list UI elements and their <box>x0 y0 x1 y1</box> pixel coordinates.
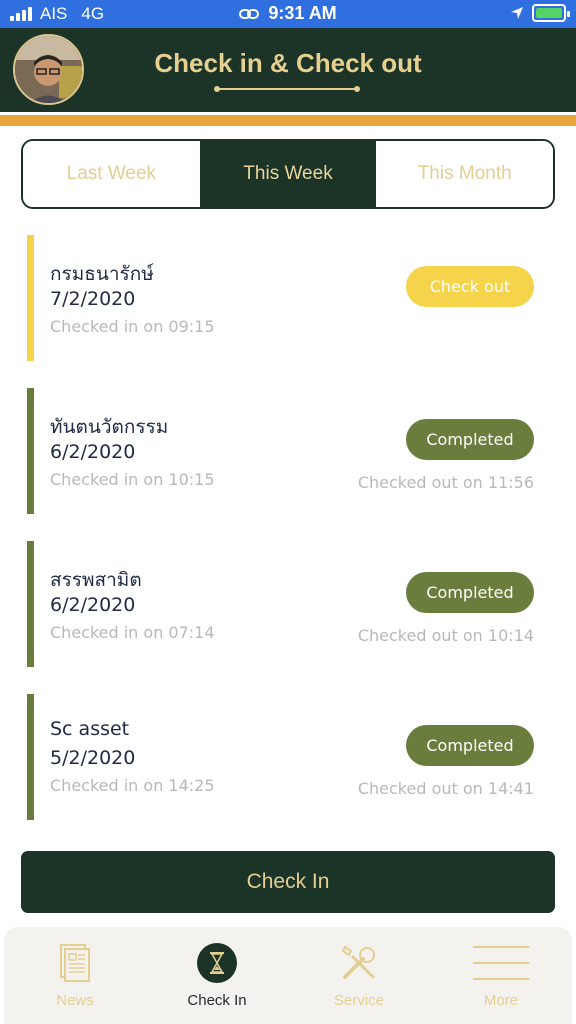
record-checkin-time: Checked in on 14:25 <box>50 776 215 795</box>
location-arrow-icon <box>511 7 523 19</box>
status-time: 9:31 AM <box>268 3 337 23</box>
news-icon <box>60 944 90 982</box>
record-checkin-time: Checked in on 07:14 <box>50 623 215 642</box>
record-place: ทันตนวัตกรรม <box>50 416 169 438</box>
status-badge: Completed <box>406 572 534 613</box>
link-icon <box>239 9 260 20</box>
record-checkin-time: Checked in on 10:15 <box>50 470 215 489</box>
nav-label: News <box>56 992 94 1009</box>
record-date: 6/2/2020 <box>50 441 136 463</box>
record-status-bar <box>27 541 34 667</box>
record-place: กรมธนารักษ์ <box>50 263 154 285</box>
battery-level <box>536 8 562 18</box>
nav-item-service[interactable]: Service <box>288 927 430 1024</box>
record-item[interactable]: กรมธนารักษ์ 7/2/2020 Checked in on 09:15… <box>27 235 547 361</box>
hourglass-icon <box>197 943 237 983</box>
status-right <box>510 4 570 22</box>
nav-label: More <box>483 992 519 1009</box>
check-out-button[interactable]: Check out <box>406 266 534 307</box>
page-title: Check in & Check out <box>154 48 422 78</box>
status-badge: Completed <box>406 419 534 460</box>
menu-icon <box>473 946 529 980</box>
nav-item-more[interactable]: More <box>430 927 572 1024</box>
tab-this-week[interactable]: This Week <box>199 141 377 207</box>
record-checkout-time: Checked out on 14:41 <box>357 779 534 798</box>
battery-icon <box>532 4 570 22</box>
check-in-button[interactable]: Check In <box>21 851 555 913</box>
status-badge: Completed <box>406 725 534 766</box>
nav-label: Service <box>333 992 385 1009</box>
status-bar: AIS 4G 9:31 AM <box>0 0 576 28</box>
bottom-nav: News Check In Service More <box>4 927 572 1024</box>
header-accent-bar <box>0 115 576 126</box>
nav-item-check-in[interactable]: Check In <box>146 927 288 1024</box>
record-checkout-time: Checked out on 10:14 <box>357 626 534 645</box>
record-item[interactable]: สรรพสามิต 6/2/2020 Checked in on 07:14 C… <box>27 541 547 667</box>
record-place: สรรพสามิต <box>50 569 142 591</box>
tab-this-month[interactable]: This Month <box>376 141 553 207</box>
app-header: Check in & Check out <box>0 28 576 112</box>
record-date: 6/2/2020 <box>50 594 136 616</box>
record-item[interactable]: Sc asset 5/2/2020 Checked in on 14:25 Co… <box>27 694 547 820</box>
record-checkin-time: Checked in on 09:15 <box>50 317 215 336</box>
status-time-wrap: 9:31 AM <box>0 3 576 24</box>
record-status-bar <box>27 694 34 820</box>
record-status-bar <box>27 235 34 361</box>
nav-item-news[interactable]: News <box>4 927 146 1024</box>
record-place: Sc asset <box>50 718 130 740</box>
battery-tip <box>567 11 570 17</box>
nav-label: Check In <box>187 992 247 1009</box>
title-divider <box>214 86 360 92</box>
record-checkout-time: Checked out on 11:56 <box>357 473 534 492</box>
record-date: 7/2/2020 <box>50 288 136 310</box>
record-item[interactable]: ทันตนวัตกรรม 6/2/2020 Checked in on 10:1… <box>27 388 547 514</box>
record-status-bar <box>27 388 34 514</box>
record-date: 5/2/2020 <box>50 747 136 769</box>
tab-last-week[interactable]: Last Week <box>23 141 200 207</box>
tools-icon <box>341 945 375 979</box>
period-tabs: Last Week This Week This Month <box>21 139 555 209</box>
